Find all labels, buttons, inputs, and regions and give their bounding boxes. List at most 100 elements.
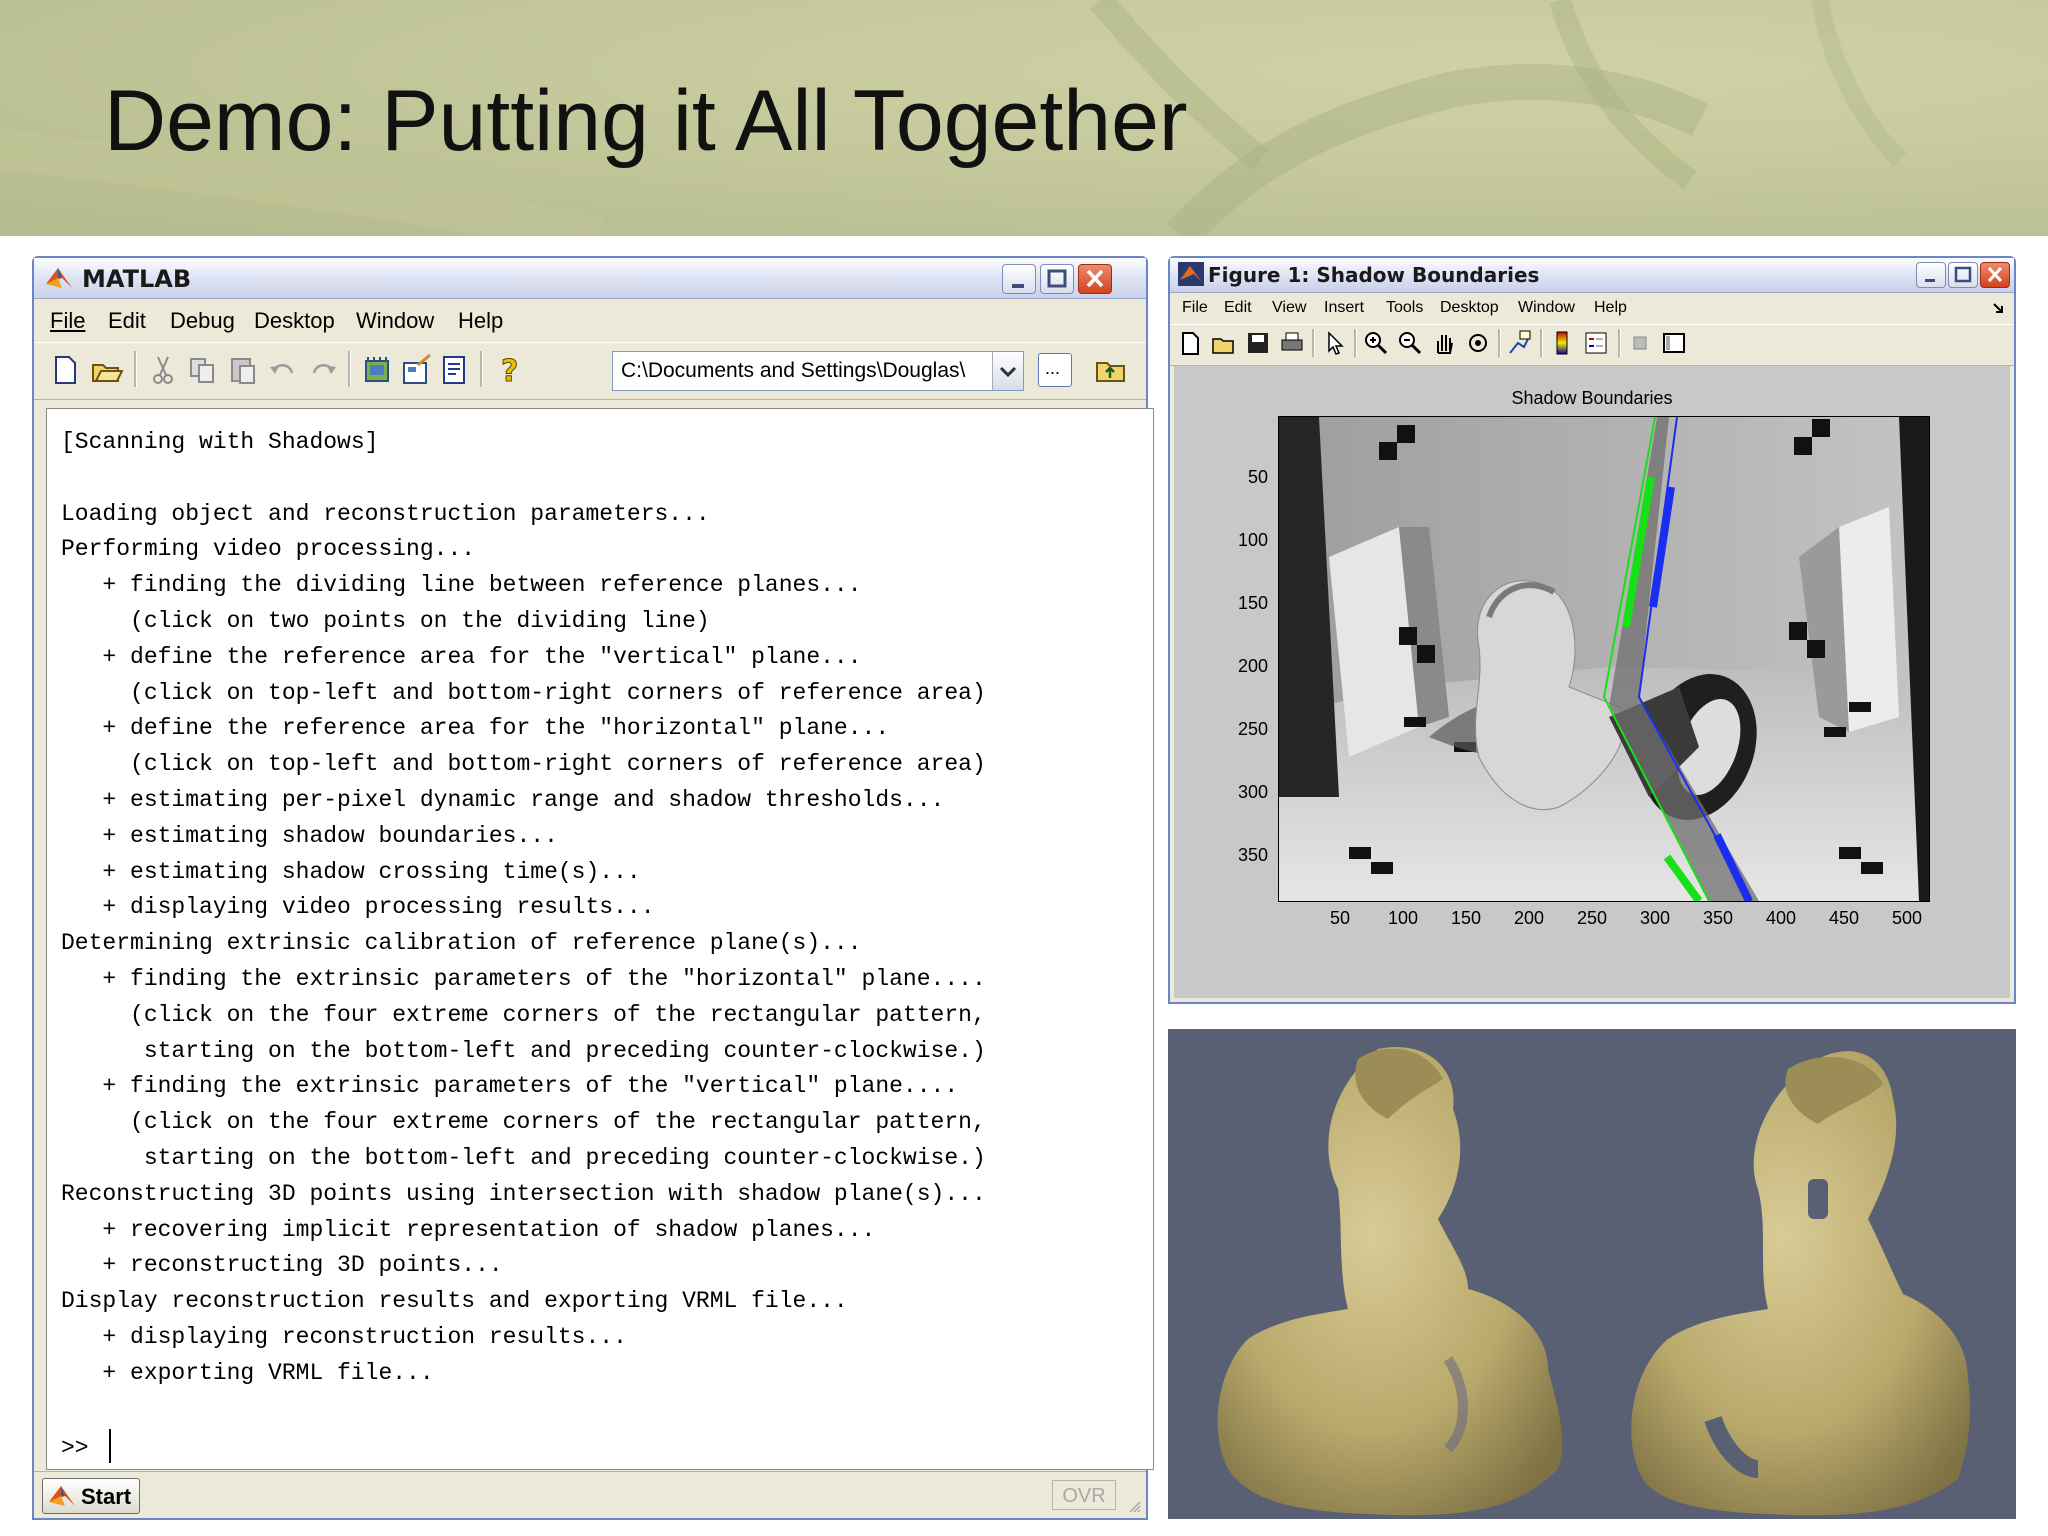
x-tick-label: 500 <box>1892 908 1923 928</box>
x-tick-label: 450 <box>1829 908 1860 928</box>
plot-axes[interactable] <box>1278 416 1930 902</box>
command-window[interactable]: [Scanning with Shadows] Loading object a… <box>46 408 1154 1470</box>
guide-button[interactable] <box>400 353 434 387</box>
matlab-title-bar[interactable]: MATLAB <box>34 258 1146 299</box>
open-file-button[interactable] <box>90 353 124 387</box>
show-plot-tools-icon <box>1663 333 1685 353</box>
start-button[interactable]: Start <box>42 1478 140 1514</box>
help-button[interactable]: ? <box>492 353 526 388</box>
x-tick-label: 100 <box>1388 908 1419 928</box>
simulink-button[interactable] <box>360 353 394 387</box>
pan-button[interactable] <box>1430 329 1458 357</box>
y-tick-label: 200 <box>1238 656 1269 676</box>
redo-icon <box>312 364 336 374</box>
copy-button[interactable] <box>186 353 220 387</box>
matlab-toolbar: ? C:\Documents and Settings\Douglas\ ... <box>34 342 1146 400</box>
figure-menu-help[interactable]: Help <box>1594 299 1627 317</box>
print-figure-button[interactable] <box>1278 329 1306 357</box>
cut-button[interactable] <box>146 353 180 387</box>
maximize-icon <box>1047 269 1067 288</box>
zoom-in-button[interactable] <box>1362 329 1390 357</box>
figure-toolbar-separator <box>1498 329 1501 357</box>
close-button[interactable] <box>1078 264 1112 294</box>
copy-icon <box>190 358 214 383</box>
menu-debug[interactable]: Debug <box>170 308 235 334</box>
command-output: [Scanning with Shadows] Loading object a… <box>61 429 986 1386</box>
toolbar-separator <box>134 351 137 387</box>
figure-window: Figure 1: Shadow Boundaries File Edit Vi… <box>1168 256 2016 1004</box>
start-label: Start <box>81 1484 132 1509</box>
figure-minimize-button[interactable] <box>1916 262 1946 288</box>
menu-desktop[interactable]: Desktop <box>254 308 335 334</box>
profiler-icon <box>443 356 465 384</box>
matlab-menu-bar: File Edit Debug Desktop Window Help <box>34 300 1146 340</box>
figure-menu-insert[interactable]: Insert <box>1324 299 1364 317</box>
matlab-logo-icon <box>44 264 74 292</box>
text-cursor <box>109 1429 111 1463</box>
figure-menu-edit[interactable]: Edit <box>1224 299 1252 317</box>
resize-grip-icon[interactable] <box>1128 1500 1142 1514</box>
menu-edit[interactable]: Edit <box>108 308 146 334</box>
new-file-icon <box>55 356 76 384</box>
figure-menu-file[interactable]: File <box>1182 299 1208 317</box>
figure-toolbar-separator <box>1618 329 1621 357</box>
go-up-folder-button[interactable] <box>1094 353 1128 387</box>
new-file-button[interactable] <box>48 353 82 387</box>
browse-directory-button[interactable]: ... <box>1038 353 1072 387</box>
matlab-logo-icon <box>49 1486 75 1506</box>
rotate-button[interactable] <box>1464 329 1492 357</box>
paste-icon <box>231 358 255 384</box>
toolbar-separator <box>348 351 351 387</box>
open-icon <box>1212 338 1234 354</box>
zoom-out-button[interactable] <box>1396 329 1424 357</box>
colorbar-button[interactable] <box>1548 329 1576 357</box>
menu-help[interactable]: Help <box>458 308 503 334</box>
dock-arrow-icon[interactable] <box>1992 302 2006 316</box>
paste-button[interactable] <box>226 353 260 387</box>
menu-file[interactable]: File <box>50 308 85 334</box>
colorbar-icon <box>1556 331 1568 355</box>
figure-title-bar[interactable]: Figure 1: Shadow Boundaries <box>1170 258 2014 293</box>
open-figure-button[interactable] <box>1210 329 1238 357</box>
profiler-button[interactable] <box>438 353 472 387</box>
minimize-button[interactable] <box>1002 264 1036 294</box>
figure-close-button[interactable] <box>1980 262 2010 288</box>
guide-icon <box>403 353 431 384</box>
save-figure-button[interactable] <box>1244 329 1272 357</box>
menu-window[interactable]: Window <box>356 308 434 334</box>
maximize-button[interactable] <box>1040 264 1074 294</box>
figure-menu-window[interactable]: Window <box>1518 299 1575 317</box>
plot-title: Shadow Boundaries <box>1511 388 1673 408</box>
matlab-window-title: MATLAB <box>82 265 192 293</box>
edit-plot-button[interactable] <box>1320 329 1348 357</box>
figure-menu-tools[interactable]: Tools <box>1386 299 1423 317</box>
rotate-icon <box>1469 334 1487 352</box>
legend-button[interactable] <box>1582 329 1610 357</box>
undo-icon <box>270 364 294 374</box>
figure-window-title: Figure 1: Shadow Boundaries <box>1208 263 1540 287</box>
arrow-icon <box>1328 331 1344 355</box>
print-icon <box>1281 332 1303 351</box>
directory-dropdown-button[interactable] <box>992 352 1023 390</box>
figure-maximize-button[interactable] <box>1948 262 1978 288</box>
figure-menu-view[interactable]: View <box>1272 299 1306 317</box>
hide-plot-tools-button[interactable] <box>1626 329 1654 357</box>
figure-toolbar-separator <box>1312 329 1315 357</box>
show-plot-tools-button[interactable] <box>1660 329 1688 357</box>
figure-menu-desktop[interactable]: Desktop <box>1440 299 1499 317</box>
current-directory-field[interactable]: C:\Documents and Settings\Douglas\ <box>612 351 1024 391</box>
open-folder-icon <box>92 364 124 382</box>
simulink-icon <box>365 357 389 382</box>
figure-menu-bar: File Edit View Insert Tools Desktop Wind… <box>1170 294 2014 322</box>
browse-label: ... <box>1045 358 1061 378</box>
x-tick-label: 50 <box>1330 908 1351 928</box>
close-icon <box>1086 269 1104 288</box>
minimize-icon <box>1012 284 1024 288</box>
undo-button[interactable] <box>266 353 300 387</box>
figure-canvas: Shadow Boundaries 50 100 150 200 250 300… <box>1174 366 2010 998</box>
data-cursor-button[interactable] <box>1506 329 1534 357</box>
new-figure-button[interactable] <box>1176 329 1204 357</box>
slide-header: Demo: Putting it All Together <box>0 0 2048 236</box>
redo-button[interactable] <box>306 353 340 387</box>
close-icon <box>1987 266 2003 283</box>
